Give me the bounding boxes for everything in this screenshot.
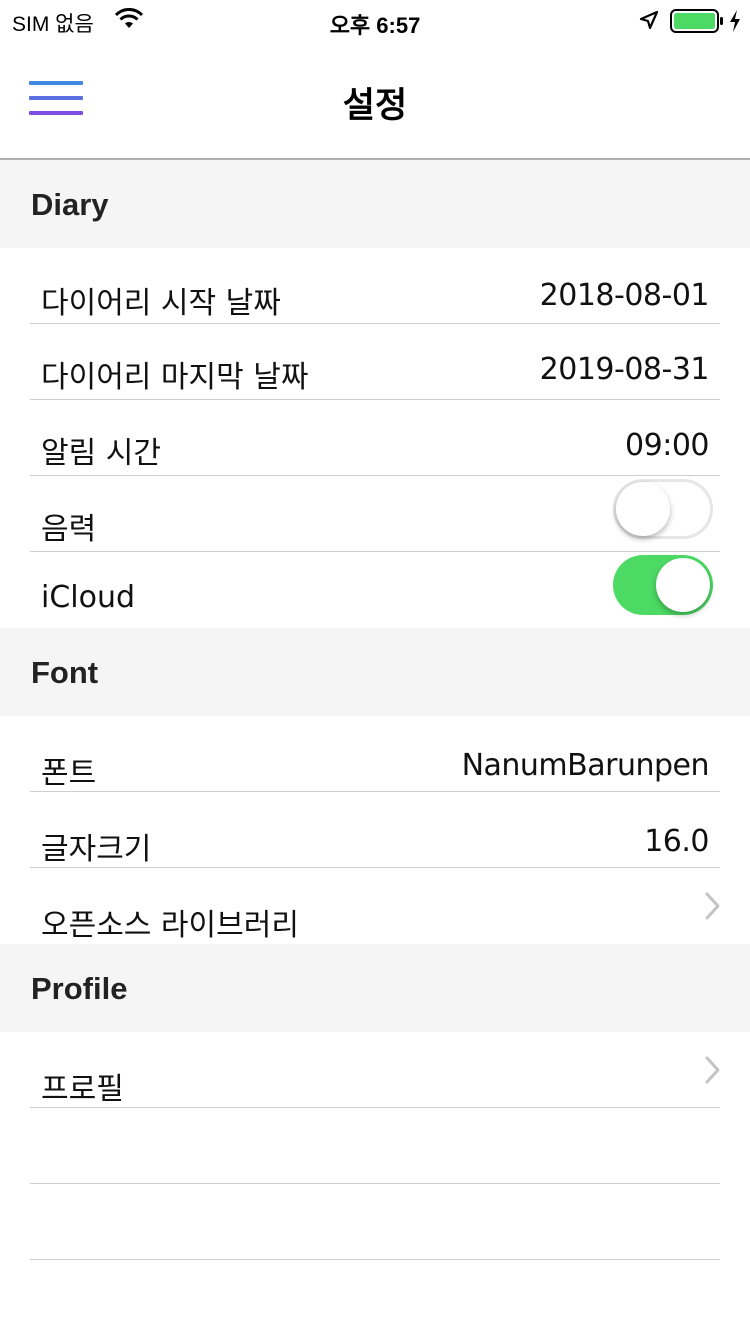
row-divider (30, 1107, 720, 1108)
section-header-diary: Diary (0, 160, 750, 248)
icloud-label: iCloud (41, 580, 136, 615)
font-name-label: 폰트 (41, 756, 97, 791)
diary-start-date-label: 다이어리 시작 날짜 (41, 286, 281, 321)
empty-row-divider (30, 1259, 720, 1260)
row-diary-start-date[interactable]: 다이어리 시작 날짜 2018-08-01 (0, 248, 750, 324)
section-header-profile: Profile (0, 944, 750, 1032)
alarm-time-value: 09:00 (625, 428, 709, 463)
chevron-right-icon (704, 892, 720, 924)
section-title-font: Font (31, 655, 99, 690)
diary-end-date-label: 다이어리 마지막 날짜 (41, 360, 309, 395)
navigation-bar: 설정 (0, 40, 750, 160)
section-title-profile: Profile (31, 971, 128, 1006)
row-open-source[interactable]: 오픈소스 라이브러리 (0, 868, 750, 944)
profile-label: 프로필 (41, 1072, 124, 1107)
location-arrow-icon (638, 9, 660, 35)
toggle-knob (616, 482, 670, 536)
diary-start-date-value: 2018-08-01 (539, 278, 710, 313)
page-title: 설정 (342, 86, 408, 126)
chevron-right-icon (704, 1056, 720, 1088)
row-alarm-time[interactable]: 알림 시간 09:00 (0, 400, 750, 476)
lunar-toggle[interactable] (613, 479, 713, 539)
charging-bolt-icon (728, 9, 742, 37)
battery-icon (670, 9, 724, 37)
empty-row-divider (30, 1183, 720, 1184)
row-lunar: 음력 (0, 476, 750, 552)
row-profile[interactable]: 프로필 (0, 1032, 750, 1108)
open-source-label: 오픈소스 라이브러리 (41, 908, 299, 943)
icloud-toggle[interactable] (613, 555, 713, 615)
section-header-font: Font (0, 628, 750, 716)
alarm-time-label: 알림 시간 (41, 436, 161, 471)
font-size-value: 16.0 (644, 824, 709, 859)
row-icloud: iCloud (0, 552, 750, 628)
font-size-label: 글자크기 (41, 832, 152, 867)
diary-end-date-value: 2019-08-31 (539, 352, 710, 387)
status-bar: SIM 없음 오후 6:57 (0, 0, 750, 40)
section-title-diary: Diary (31, 187, 109, 222)
toggle-knob (656, 558, 710, 612)
font-name-value: NanumBarunpen (461, 748, 710, 783)
lunar-label: 음력 (41, 512, 97, 547)
row-font-size[interactable]: 글자크기 16.0 (0, 792, 750, 868)
row-diary-end-date[interactable]: 다이어리 마지막 날짜 2019-08-31 (0, 324, 750, 400)
row-font-name[interactable]: 폰트 NanumBarunpen (0, 716, 750, 792)
